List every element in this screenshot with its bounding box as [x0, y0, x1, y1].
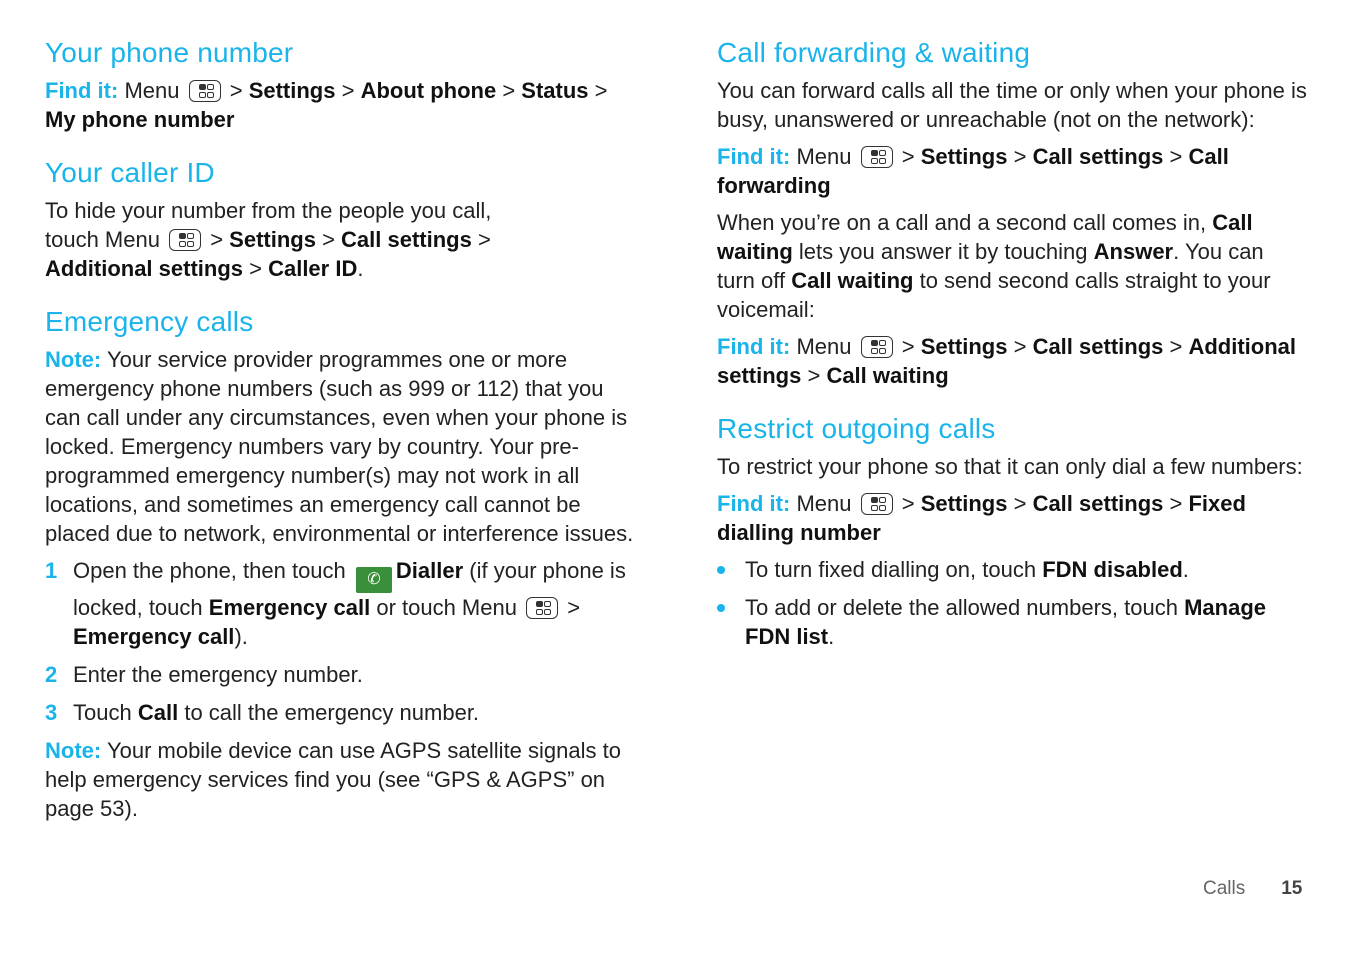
emergency-steps: 1 Open the phone, then touch ✆ Dialler (i… — [45, 556, 635, 727]
heading-phone-number: Your phone number — [45, 37, 294, 68]
bullet-icon — [717, 566, 725, 574]
heading-emergency: Emergency calls — [45, 306, 254, 337]
section-restrict: Restrict outgoing calls To restrict your… — [717, 412, 1307, 651]
step-item: 3 Touch Call to call the emergency number… — [45, 700, 480, 725]
page-number: 15 — [1281, 878, 1303, 899]
dialler-icon: ✆ — [355, 567, 392, 593]
heading-restrict: Restrict outgoing calls — [717, 413, 996, 444]
restrict-bullets: To turn fixed dialling on, touch FDN dis… — [717, 555, 1307, 651]
heading-caller-id: Your caller ID — [45, 157, 215, 188]
menu-icon — [526, 597, 559, 619]
heading-forwarding: Call forwarding & waiting — [717, 37, 1031, 68]
section-forwarding: Call forwarding & waiting You can forwar… — [717, 37, 1307, 388]
menu-icon — [860, 146, 893, 168]
menu-icon — [188, 80, 221, 102]
bullet-item: To add or delete the allowed numbers, to… — [717, 593, 1307, 651]
step-item: 1 Open the phone, then touch ✆ Dialler (i… — [45, 558, 626, 649]
section-name: Calls — [1203, 878, 1246, 899]
menu-icon — [860, 493, 893, 515]
bullet-item: To turn fixed dialling on, touch FDN dis… — [717, 555, 1307, 584]
menu-icon — [169, 229, 202, 251]
menu-icon — [860, 336, 893, 358]
page-footer: Calls 15 — [1203, 878, 1302, 900]
step-item: 2 Enter the emergency number. — [45, 662, 363, 687]
section-phone-number: Your phone number Find it: Menu > Settin… — [45, 36, 635, 134]
bullet-icon — [717, 604, 725, 612]
right-column: Call forwarding & waiting You can forwar… — [717, 36, 1307, 660]
left-column: Your phone number Find it: Menu > Settin… — [45, 36, 635, 831]
section-emergency: Emergency calls Note: Your service provi… — [45, 306, 635, 821]
section-caller-id: Your caller ID To hide your number from … — [45, 156, 635, 283]
findit-phone-number: Find it: Menu > Settings > About phone >… — [45, 78, 608, 132]
